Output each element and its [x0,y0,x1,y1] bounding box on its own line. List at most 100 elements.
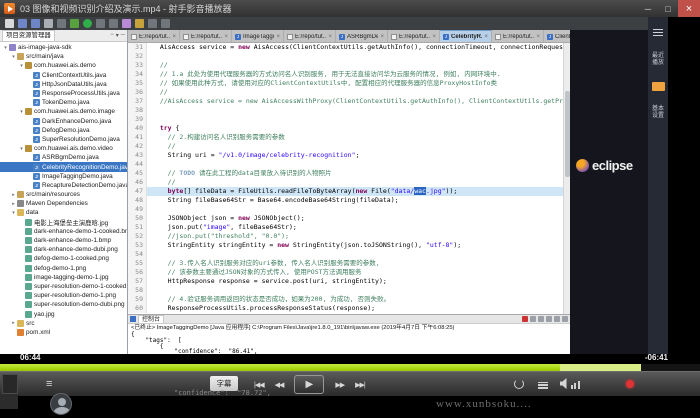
code-text [147,52,152,61]
line-number: 38 [128,106,147,115]
xml-icon [17,329,24,336]
tree-item: image-tagging-demo-1.jpg [0,273,127,282]
console-line: "confidence": "86.41", [131,349,570,354]
editor-scrollbar [563,43,570,314]
code-text: // [147,88,168,97]
code-text: byte[] fileData = FileUtils.readFileToBy… [147,187,457,196]
bottom-corner-box [0,396,18,409]
java-file-icon: J [547,34,553,40]
collapse-icon: ▾ [10,54,17,60]
tree-item-label: yao.jpg [34,311,55,318]
code-line: 50 JSONObject json = new JSONObject(); [128,214,570,223]
library-icon [17,200,24,207]
tree-item: ▾src/main/java [0,52,127,61]
maximize-button[interactable]: □ [658,0,678,17]
minimize-button[interactable]: ─ [638,0,658,17]
rotate-icon[interactable] [514,379,524,389]
code-line: 31 AisAccess service = new AisAccess(Cli… [128,43,570,52]
expand-icon: ▸ [10,320,17,326]
eclipse-welcome-panel: eclipse [570,30,648,354]
line-number: 32 [128,52,147,61]
file-file-icon [183,34,189,40]
tree-item-label: dark-enhance-demo-dubi.png [34,246,118,253]
tree-item-label: data [26,209,38,216]
java-icon: J [33,164,40,171]
editor-tab-bar: E:/repo/tut...×E:/repo/tut...×JImageTagg… [128,30,570,43]
code-text [147,160,152,169]
volume-control[interactable] [560,378,580,389]
tree-item-label: CelebrityRecognitionDemo.java [42,164,127,171]
tree-item-label: src [26,320,35,327]
video-display[interactable]: 项目资源管理器 −▾─ ▾ais-image-java-sdk▾src/main… [0,17,700,354]
collapse-icon: ▾ [18,63,25,69]
tree-item: pom.xml [0,328,127,337]
code-text: AisAccess service = new AisAccess(Client… [147,43,570,52]
sidebar-item[interactable]: 最近 播放 [652,53,664,67]
code-line: 52 //json.put("threshold", "0.0"); [128,232,570,241]
code-text: // [147,142,175,151]
playlist-icon[interactable]: ≡ [46,376,52,392]
volume-icon [560,378,569,389]
sidebar-item[interactable]: 基本 设置 [652,106,664,120]
close-tab-icon: × [380,34,384,40]
collapse-icon: ▾ [18,146,25,152]
skip-back-button[interactable]: |◀◀ [254,381,264,389]
editor-tab-label: E:/repo/tut... [503,34,534,40]
line-number: 42 [128,142,147,151]
java-icon: J [33,72,40,79]
sidebar-menu-icon[interactable] [653,27,663,38]
close-tab-icon: × [432,34,436,40]
line-number: 54 [128,250,147,259]
line-number: 33 [128,61,147,70]
line-number: 43 [128,151,147,160]
line-number: 60 [128,304,147,313]
step-forward-button[interactable]: ▶▶ [335,381,344,389]
play-button[interactable]: ▶ [294,375,324,394]
view-menu-icon: ▾ [116,32,119,39]
sidebar-highlight-button[interactable] [652,82,665,91]
tree-item: 电影上海堡垒主演鹿晗.jpg [0,218,127,227]
close-button[interactable]: × [678,0,700,17]
save-icon [18,19,27,28]
line-number: 55 [128,259,147,268]
line-number: 39 [128,115,147,124]
line-number: 49 [128,205,147,214]
code-text: StringEntity stringEntity = new StringEn… [147,241,461,250]
tree-item: defog-demo-1.png [0,264,127,273]
seek-progress [0,364,560,371]
code-editor: 31 AisAccess service = new AisAccess(Cli… [128,43,570,314]
code-text: // [147,178,175,187]
tree-item: JResponseProcessUtils.java [0,89,127,98]
player-control-bar: ≡ 字幕 |◀◀◀◀▶▶▶▶▶| [0,371,700,396]
step-back-button[interactable]: ◀◀ [275,381,284,389]
code-text: // 1.a 此处为使用代理服务器的方式访问名人识别服务, 用于无法直接访问华为… [147,70,501,79]
expand-icon: ▸ [10,192,17,198]
code-line: 35 // 如果使用此种方式, 请使用对应的ClientContextUtils… [128,79,570,88]
code-text [147,205,152,214]
line-number: 51 [128,223,147,232]
tree-item: ▾data [0,208,127,217]
print-icon [44,19,53,28]
code-text: ResponseProcessUtils.processResponseStat… [147,304,375,313]
code-text: // 2.构建访问名人识别服务需要的参数 [147,133,285,142]
editor-tab-label: ASRBgmDemo.java [347,34,378,40]
skip-forward-button[interactable]: ▶▶| [355,381,365,389]
tree-item-label: DefogDemo.java [42,127,90,134]
queue-list-icon[interactable] [538,380,548,390]
control-corner-box [2,374,18,394]
console-icon [130,316,136,322]
line-number: 35 [128,79,147,88]
editor-tab: JCelebrityR...× [440,30,492,43]
tree-item-label: com.huawei.ais.demo [34,62,96,69]
tree-item: dark-enhance-demo-dubi.png [0,245,127,254]
image-icon [25,246,32,253]
line-number: 47 [128,187,147,196]
srcfolder-icon [17,191,24,198]
code-text: // 3.传入名人识别服务对应的uri参数, 传入名人识别服务需要的参数, [147,259,380,268]
code-text [147,286,152,295]
seek-bar[interactable] [0,364,700,371]
console-tab: 控制台 [138,315,164,323]
image-icon [25,219,32,226]
file-file-icon [287,34,293,40]
app-logo-icon [4,3,15,14]
